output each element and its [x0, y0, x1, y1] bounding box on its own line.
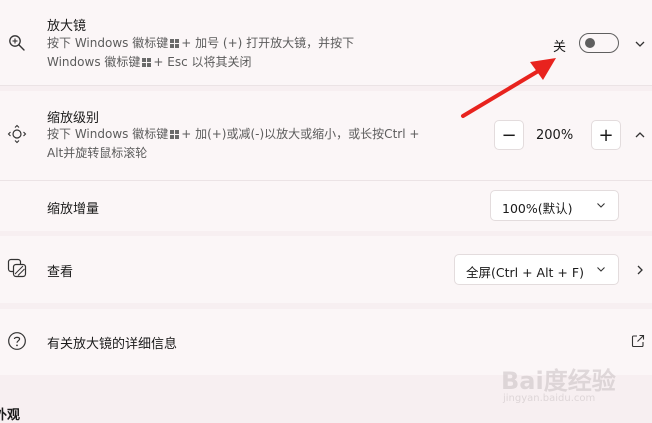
zoom-level-value: 200% [536, 128, 574, 143]
zoom-in-label: + [598, 124, 614, 146]
chevron-right-icon[interactable] [633, 263, 647, 277]
zoom-in-button[interactable]: + [591, 120, 621, 150]
magnifier-toggle-state: 关 [553, 40, 567, 55]
watermark-sub-text: jingyan.baidu.com [503, 393, 596, 404]
zoom-increment-selected: 100%(默认) [502, 201, 573, 216]
magnifier-toggle[interactable] [579, 33, 619, 53]
view-mode-selected: 全屏(Ctrl + Alt + F) [466, 265, 584, 280]
zoom-desc-1b: + 加(+)或减(-)以放大或缩小，或长按Ctrl + [181, 127, 420, 141]
help-icon [7, 331, 27, 351]
magnifier-desc-2a: Windows 徽标键 [47, 55, 141, 69]
windows-key-icon [170, 39, 180, 48]
watermark-main-text: Bai度经验 [501, 367, 616, 395]
watermark-logo: Bai度经验 jingyan.baidu.com [501, 361, 619, 411]
chevron-up-icon[interactable] [633, 128, 647, 142]
zoom-out-label: − [501, 124, 517, 146]
view-mode-dropdown[interactable]: 全屏(Ctrl + Alt + F) [454, 254, 619, 285]
view-icon [7, 258, 27, 278]
zoom-increment-dropdown[interactable]: 100%(默认) [490, 190, 619, 221]
toggle-knob [585, 38, 595, 48]
magnifier-title: 放大镜 [47, 19, 87, 34]
view-title: 查看 [47, 265, 74, 280]
windows-key-icon [142, 58, 152, 67]
zoom-level-card: 缩放级别 按下 Windows 徽标键 + 加(+)或减(-)以放大或缩小，或长按… [0, 91, 652, 180]
appearance-section-heading: 外观 [0, 408, 21, 423]
open-external-icon[interactable] [630, 333, 646, 349]
zoom-desc-2: Alt并旋转鼠标滚轮 [47, 146, 148, 160]
view-card: 查看 全屏(Ctrl + Alt + F) [0, 236, 652, 303]
chevron-down-icon [597, 203, 605, 208]
zoom-level-description: 按下 Windows 徽标键 + 加(+)或减(-)以放大或缩小，或长按Ctrl … [47, 125, 419, 163]
magnifier-card: 放大镜 按下 Windows 徽标键 + 加号 (+) 打开放大镜，并按下 Win… [0, 0, 652, 86]
magnifier-desc-2b: + Esc 以将其关闭 [153, 55, 252, 69]
chevron-down-icon [597, 267, 605, 272]
zoom-level-title: 缩放级别 [47, 111, 100, 126]
zoom-increment-title: 缩放增量 [47, 202, 100, 217]
zoom-out-button[interactable]: − [494, 120, 524, 150]
magnifier-desc-1a: 按下 Windows 徽标键 [47, 36, 169, 50]
help-title: 有关放大镜的详细信息 [47, 337, 178, 352]
magnifier-icon [7, 33, 27, 53]
magnifier-desc-1b: + 加号 (+) 打开放大镜，并按下 [181, 36, 355, 50]
zoom-move-icon [7, 124, 27, 144]
zoom-desc-1a: 按下 Windows 徽标键 [47, 127, 169, 141]
zoom-increment-card: 缩放增量 100%(默认) [0, 180, 652, 231]
magnifier-description: 按下 Windows 徽标键 + 加号 (+) 打开放大镜，并按下 Windows… [47, 34, 354, 72]
chevron-down-icon[interactable] [633, 37, 647, 51]
windows-key-icon [170, 130, 180, 139]
